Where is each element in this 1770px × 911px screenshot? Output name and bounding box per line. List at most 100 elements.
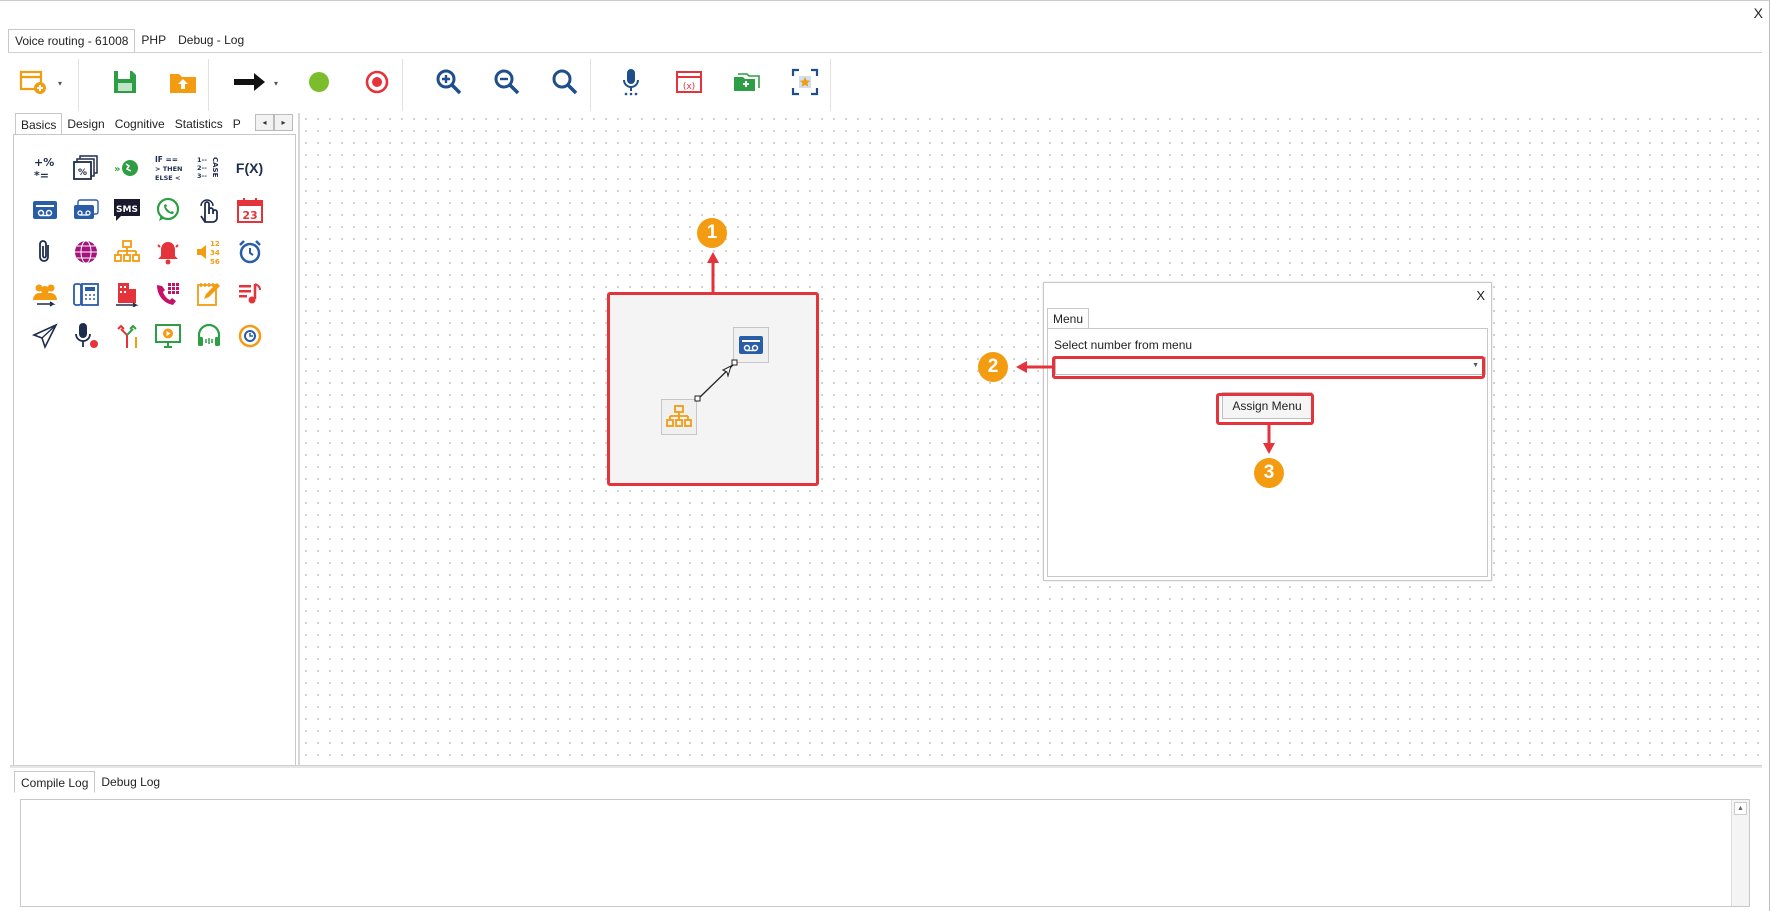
menu-node[interactable] (661, 399, 697, 435)
toolbar-separator (830, 59, 831, 111)
microphone-icon[interactable] (614, 65, 648, 99)
log-scrollbar[interactable]: ▲ (1731, 800, 1749, 906)
screen-play-icon[interactable] (147, 315, 188, 357)
arrow-right-icon[interactable] (232, 65, 266, 99)
menu-tree-icon[interactable] (106, 231, 147, 273)
alarm-clock-icon[interactable] (229, 231, 270, 273)
new-window-icon[interactable] (16, 65, 50, 99)
select-highlight (1052, 356, 1485, 379)
main-toolbar: ▾ ▾ (x) (8, 53, 1762, 111)
green-dot-icon[interactable] (302, 65, 336, 99)
svg-text:1--: 1-- (197, 156, 207, 164)
tab-voice-routing[interactable]: Voice routing - 61008 (8, 29, 136, 53)
chevron-down-icon[interactable]: ▾ (274, 79, 282, 88)
record-icon[interactable] (360, 65, 394, 99)
alarm-bell-icon[interactable] (147, 231, 188, 273)
scroll-right-icon[interactable]: ▸ (274, 114, 293, 131)
step-badge-2: 2 (978, 352, 1008, 382)
math-icon[interactable]: +% *= (24, 147, 65, 189)
split-route-icon[interactable] (106, 315, 147, 357)
chevron-down-icon[interactable]: ▾ (58, 79, 66, 88)
transfer-building-icon[interactable] (106, 273, 147, 315)
if-line-1: IF == (155, 155, 178, 164)
voicemail-icon[interactable] (24, 189, 65, 231)
tab-truncated[interactable]: P (228, 113, 246, 135)
function-icon[interactable]: F(X) (229, 147, 270, 189)
toolbar-separator (78, 59, 79, 111)
zoom-fit-icon[interactable] (548, 65, 582, 99)
keypad-icon[interactable] (147, 273, 188, 315)
select-number-label: Select number from menu (1054, 338, 1193, 352)
svg-text:34: 34 (210, 249, 220, 257)
toolbar-separator (402, 59, 403, 111)
save-icon[interactable] (108, 65, 142, 99)
button-highlight (1216, 393, 1314, 425)
if-line-2: > THEN (155, 165, 182, 173)
flow-canvas[interactable] (300, 113, 1762, 765)
sms-icon[interactable]: SMS (106, 189, 147, 231)
tab-menu[interactable]: Menu (1047, 308, 1090, 329)
svg-text:(x): (x) (683, 82, 695, 92)
note-edit-icon[interactable] (188, 273, 229, 315)
tab-statistics[interactable]: Statistics (170, 113, 228, 135)
variable-icon[interactable]: (x) (672, 65, 706, 99)
palette-tab-scroller: ◂ ▸ (255, 114, 293, 131)
record-mic-icon[interactable] (65, 315, 106, 357)
tab-cognitive[interactable]: Cognitive (110, 113, 170, 135)
menu-dialog: X Menu Select number from menu ▼ Assign … (1043, 282, 1492, 581)
svg-text:12: 12 (210, 240, 220, 248)
calendar-icon[interactable]: 23 (229, 189, 270, 231)
voicemail-node[interactable] (733, 327, 769, 363)
svg-text:*=: *= (34, 169, 49, 181)
tab-debug-log-panel[interactable]: Debug Log (95, 771, 166, 793)
upload-icon[interactable] (166, 65, 200, 99)
paperclip-icon[interactable] (24, 231, 65, 273)
say-numbers-icon[interactable]: 12 34 56 (188, 231, 229, 273)
dialog-close-button[interactable]: X (1476, 288, 1485, 303)
queue-group-icon[interactable] (24, 273, 65, 315)
headset-icon[interactable] (188, 315, 229, 357)
phone-dial-icon[interactable] (65, 273, 106, 315)
case-label: CASE (211, 157, 219, 178)
toolbar-separator (590, 59, 591, 111)
svg-text:»: » (114, 164, 120, 175)
scroll-left-icon[interactable]: ◂ (255, 114, 274, 131)
tab-design[interactable]: Design (62, 113, 109, 135)
app-window: X Voice routing - 61008 PHP Debug - Log … (0, 0, 1770, 911)
palette-tabs: Basics Design Cognitive Statistics P (15, 113, 246, 135)
zoom-out-icon[interactable] (490, 65, 524, 99)
whatsapp-icon[interactable] (147, 189, 188, 231)
zoom-in-icon[interactable] (432, 65, 466, 99)
tab-php[interactable]: PHP (135, 29, 172, 53)
horizontal-splitter[interactable] (10, 765, 1762, 768)
toolbar-separator (208, 59, 209, 111)
timer-alarm-icon[interactable] (229, 315, 270, 357)
log-tabs: Compile Log Debug Log (14, 771, 166, 793)
percentage-cards-icon[interactable]: % (65, 147, 106, 189)
add-folder-icon[interactable] (730, 65, 764, 99)
music-playlist-icon[interactable] (229, 273, 270, 315)
send-plane-icon[interactable] (24, 315, 65, 357)
tab-debug-log[interactable]: Debug - Log (172, 29, 250, 53)
web-globe-icon[interactable] (65, 231, 106, 273)
compile-log-output[interactable]: ▲ (20, 799, 1750, 907)
scroll-up-icon[interactable]: ▲ (1734, 802, 1747, 815)
window-close-button[interactable]: X (1754, 5, 1763, 21)
touch-input-icon[interactable] (188, 189, 229, 231)
voicemail-stack-icon[interactable] (65, 189, 106, 231)
if-line-3: ELSE < (155, 174, 180, 182)
palette-panel: Basics Design Cognitive Statistics P ◂ ▸… (10, 113, 296, 767)
case-icon[interactable]: 1-- 2-- 3-- CASE (188, 147, 229, 189)
svg-text:3--: 3-- (197, 172, 207, 180)
svg-text:2--: 2-- (197, 164, 207, 172)
goto-globe-icon[interactable]: » (106, 147, 147, 189)
svg-text:+%: +% (34, 156, 54, 169)
tab-compile-log[interactable]: Compile Log (14, 771, 96, 793)
focus-frame-icon[interactable] (788, 65, 822, 99)
flow-snippet-highlight (607, 292, 819, 486)
tab-basics[interactable]: Basics (15, 113, 63, 135)
step-badge-1: 1 (697, 218, 727, 248)
calendar-day: 23 (242, 209, 257, 222)
step-badge-3: 3 (1254, 458, 1284, 488)
if-then-else-icon[interactable]: IF == > THEN ELSE < (147, 147, 188, 189)
